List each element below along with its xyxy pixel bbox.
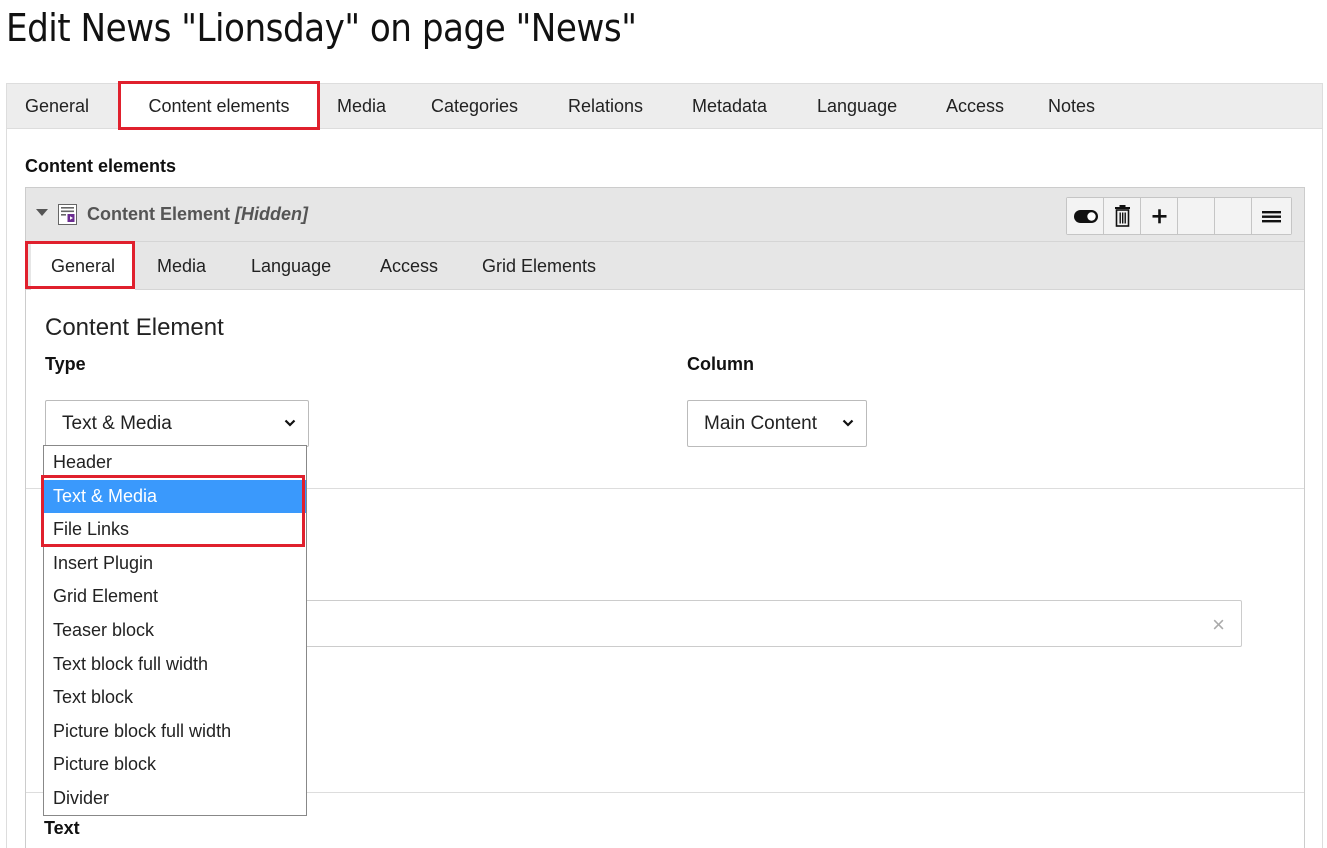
chevron-down-icon — [284, 419, 296, 427]
tab-notes[interactable]: Notes — [1048, 84, 1095, 129]
tab-access[interactable]: Access — [946, 84, 1004, 129]
page-title: Edit News "Lionsday" on page "News" — [6, 6, 637, 50]
inner-tab-language[interactable]: Language — [251, 242, 331, 290]
dropdown-option-divider[interactable]: Divider — [44, 782, 306, 816]
column-select-value: Main Content — [704, 413, 818, 434]
dropdown-option-picture-block-full-width[interactable]: Picture block full width — [44, 715, 306, 749]
dropdown-option-picture-block[interactable]: Picture block — [44, 748, 306, 782]
text-field-label: Text — [44, 818, 80, 838]
outer-tab-bar: General Content elements Media Categorie… — [7, 84, 1322, 130]
delete-button[interactable] — [1104, 198, 1141, 234]
dropdown-option-file-links[interactable]: File Links — [44, 513, 306, 547]
clear-input-icon[interactable]: × — [1212, 612, 1225, 638]
tab-content-elements[interactable]: Content elements — [121, 84, 317, 130]
dropdown-option-text-block[interactable]: Text block — [44, 681, 306, 715]
record-header[interactable]: Content Element [Hidden] — [26, 188, 1304, 242]
inner-tab-bar: General Media Language Access Grid Eleme… — [26, 242, 1304, 291]
dropdown-option-grid-element[interactable]: Grid Element — [44, 580, 306, 614]
type-label: Type — [45, 354, 86, 374]
dropdown-option-insert-plugin[interactable]: Insert Plugin — [44, 547, 306, 581]
move-up-button[interactable] — [1178, 198, 1215, 234]
record-title: Content Element [Hidden] — [87, 204, 308, 225]
drag-handle-button[interactable] — [1252, 198, 1291, 234]
drag-handle-icon — [1262, 211, 1281, 223]
toggle-visibility-icon — [1074, 210, 1098, 223]
dropdown-option-teaser-block[interactable]: Teaser block — [44, 614, 306, 648]
chevron-down-icon — [842, 419, 854, 427]
tab-metadata[interactable]: Metadata — [692, 84, 767, 129]
inner-tab-general[interactable]: General — [31, 242, 135, 291]
type-select[interactable]: Text & Media — [45, 400, 309, 447]
dropdown-option-header[interactable]: Header — [44, 446, 306, 480]
add-button[interactable] — [1141, 198, 1178, 234]
tab-language[interactable]: Language — [817, 84, 897, 129]
type-dropdown-list: Header Text & Media File Links Insert Pl… — [43, 445, 307, 816]
plus-icon — [1152, 209, 1167, 224]
move-down-button[interactable] — [1215, 198, 1252, 234]
record-action-buttons — [1066, 197, 1292, 235]
inner-tab-access[interactable]: Access — [380, 242, 438, 290]
hidden-tag: [Hidden] — [235, 204, 309, 224]
tab-categories[interactable]: Categories — [431, 84, 518, 129]
tab-general[interactable]: General — [25, 84, 89, 129]
tab-media[interactable]: Media — [337, 84, 386, 129]
record-title-text: Content Element — [87, 204, 231, 224]
section-label: Content elements — [25, 156, 177, 176]
inner-tab-media[interactable]: Media — [157, 242, 206, 290]
toggle-visibility-button[interactable] — [1067, 198, 1104, 234]
content-element-heading: Content Element — [45, 314, 224, 341]
tab-relations[interactable]: Relations — [568, 84, 643, 129]
dropdown-option-text-media[interactable]: Text & Media — [44, 479, 306, 514]
header-input[interactable]: × — [286, 600, 1242, 647]
type-select-value: Text & Media — [62, 413, 172, 434]
collapse-caret-icon[interactable] — [36, 209, 48, 216]
content-element-icon — [58, 204, 77, 225]
column-select[interactable]: Main Content — [687, 400, 867, 447]
inner-tab-grid-elements[interactable]: Grid Elements — [482, 242, 596, 290]
column-label: Column — [687, 354, 754, 374]
dropdown-option-text-block-full-width[interactable]: Text block full width — [44, 648, 306, 682]
trash-icon — [1115, 205, 1130, 227]
